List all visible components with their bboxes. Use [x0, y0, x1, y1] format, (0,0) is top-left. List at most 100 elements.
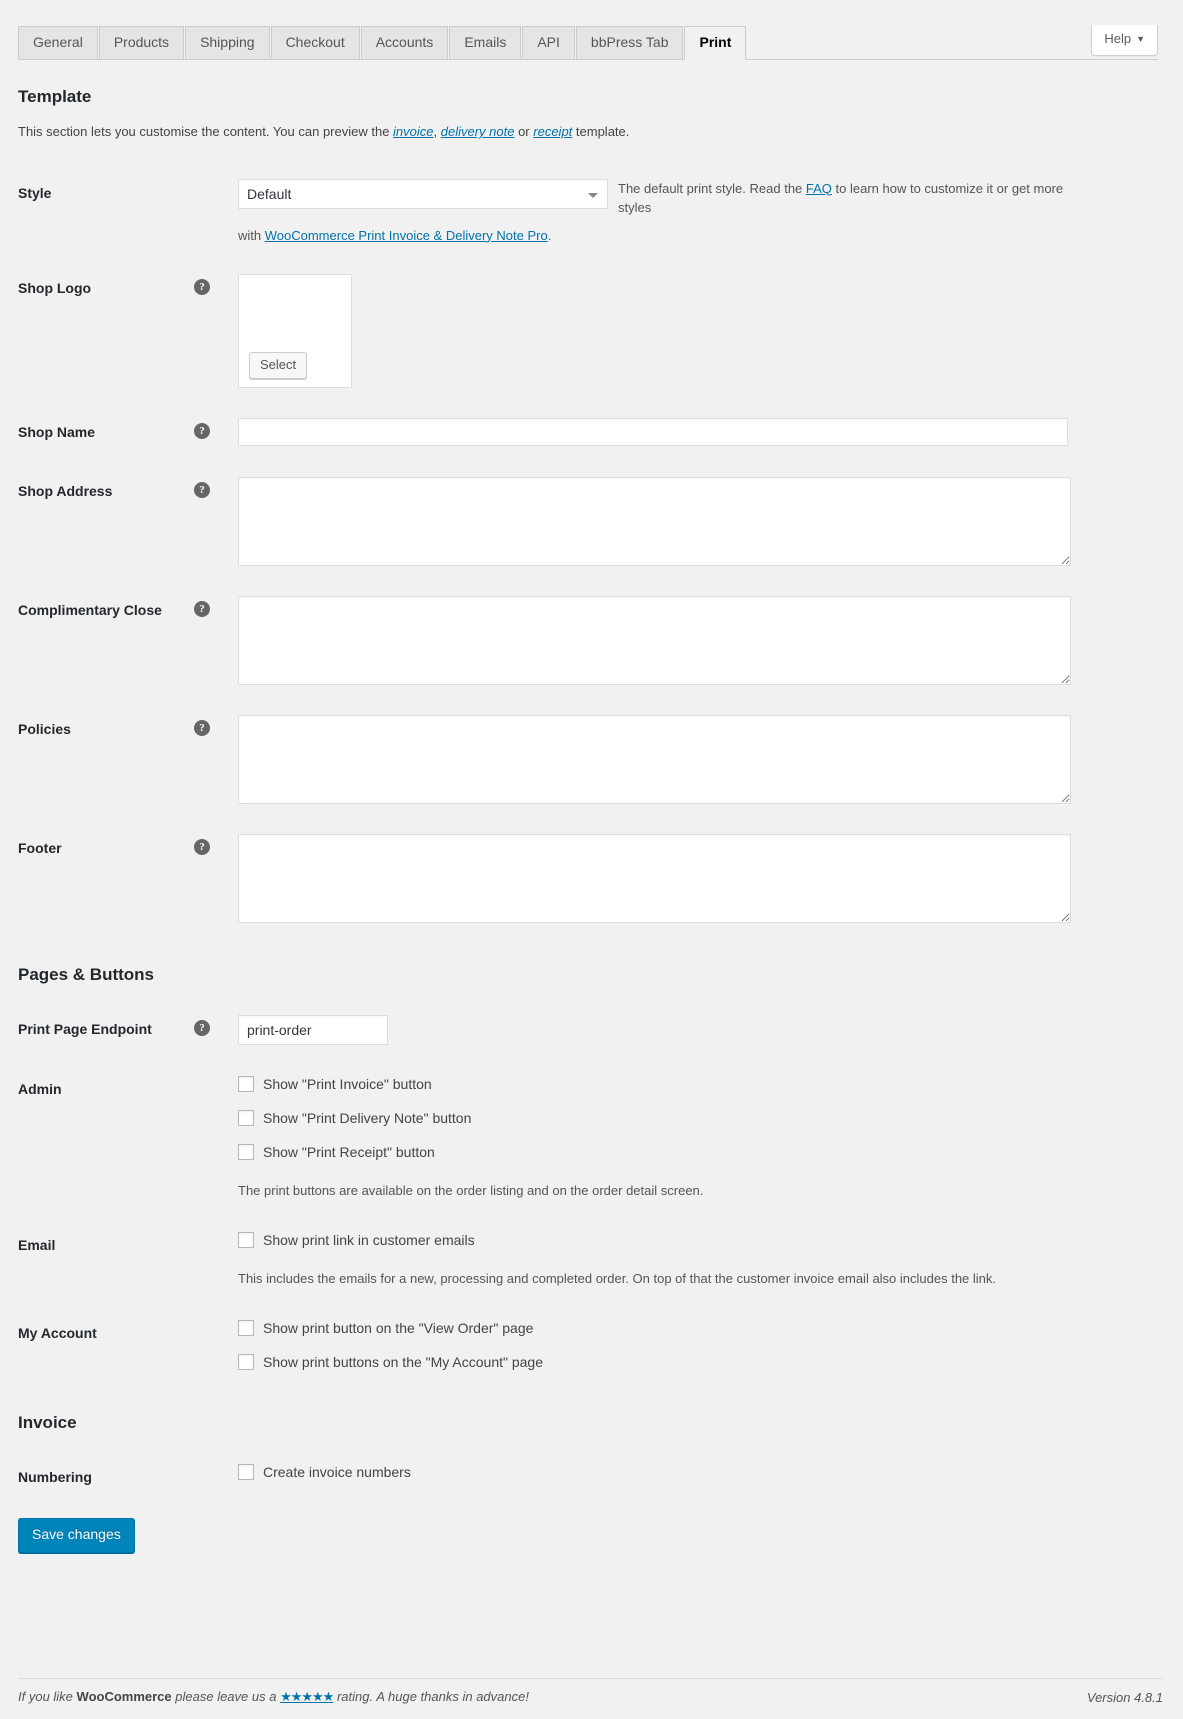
create-invoice-numbers-checkbox[interactable] — [238, 1464, 254, 1481]
help-icon[interactable]: ? — [194, 279, 210, 296]
tab-print[interactable]: Print — [684, 26, 747, 60]
pro-plugin-link[interactable]: WooCommerce Print Invoice & Delivery Not… — [265, 228, 548, 243]
help-icon[interactable]: ? — [194, 1019, 210, 1036]
pages-buttons-form-table: Print Page Endpoint ? Admin — [18, 1000, 1158, 1386]
show-print-receipt-label[interactable]: Show "Print Receipt" button — [263, 1143, 435, 1161]
settings-content: Template This section lets you customise… — [0, 86, 1183, 1613]
footer-text-before: If you like — [18, 1689, 77, 1704]
shop-logo-label-cell: Shop Logo ? — [18, 259, 228, 403]
policies-label-cell: Policies ? — [18, 700, 228, 819]
template-section-description: This section lets you customise the cont… — [18, 122, 1158, 142]
footer-label: Footer — [18, 839, 62, 856]
shop-name-input[interactable] — [238, 418, 1068, 447]
shop-name-label: Shop Name — [18, 424, 96, 441]
show-print-invoice-label[interactable]: Show "Print Invoice" button — [263, 1075, 432, 1093]
print-page-endpoint-field-cell — [228, 1000, 1158, 1060]
settings-tab-nav: General Products Shipping Checkout Accounts E… — [18, 25, 1158, 60]
checkbox-row-print-receipt[interactable]: Show "Print Receipt" button — [238, 1143, 1148, 1161]
print-page-endpoint-input[interactable] — [238, 1014, 388, 1045]
shop-logo-label: Shop Logo — [18, 280, 92, 297]
show-print-button-view-order-label[interactable]: Show print button on the "View Order" pa… — [263, 1319, 533, 1337]
star-rating-link[interactable]: ★★★★★ — [280, 1689, 334, 1704]
help-icon[interactable]: ? — [194, 481, 210, 498]
footer-label-cell: Footer ? — [18, 819, 228, 938]
tab-bbpress[interactable]: bbPress Tab — [575, 26, 684, 59]
row-my-account: My Account Show print button on the "Vie… — [18, 1304, 1158, 1386]
shop-address-label-cell: Shop Address ? — [18, 462, 228, 581]
save-changes-button[interactable]: Save changes — [18, 1518, 135, 1553]
tab-products[interactable]: Products — [98, 26, 185, 59]
my-account-label: My Account — [18, 1324, 97, 1341]
tab-checkout[interactable]: Checkout — [270, 26, 360, 59]
style-sub-before: with — [238, 227, 265, 243]
tab-shipping[interactable]: Shipping — [185, 26, 270, 59]
faq-link[interactable]: FAQ — [806, 181, 832, 196]
style-field-cell: Default The default print style. Read th… — [228, 164, 1158, 260]
row-shop-logo: Shop Logo ? Select — [18, 259, 1158, 403]
template-section-title: Template — [18, 87, 92, 106]
policies-field-cell — [228, 700, 1158, 819]
template-desc-sep1: , — [433, 124, 441, 140]
show-print-invoice-checkbox[interactable] — [238, 1075, 254, 1092]
row-policies: Policies ? — [18, 700, 1158, 819]
help-icon[interactable]: ? — [194, 423, 210, 440]
show-print-receipt-checkbox[interactable] — [238, 1144, 254, 1161]
footer-brand: WooCommerce — [76, 1689, 172, 1704]
email-field-cell: Show print link in customer emails This … — [228, 1216, 1158, 1304]
shop-address-field-cell — [228, 462, 1158, 581]
template-desc-part2: template. — [572, 124, 630, 140]
print-page-endpoint-label: Print Page Endpoint — [18, 1020, 152, 1037]
pages-buttons-section-title: Pages & Buttons — [18, 964, 155, 984]
show-print-delivery-note-label[interactable]: Show "Print Delivery Note" button — [263, 1109, 471, 1127]
policies-textarea[interactable] — [238, 714, 1071, 804]
bottom-spacer — [18, 1553, 1158, 1613]
tab-accounts[interactable]: Accounts — [360, 26, 449, 59]
help-icon[interactable]: ? — [194, 600, 210, 617]
email-label: Email — [18, 1236, 56, 1253]
admin-description: The print buttons are available on the o… — [238, 1183, 704, 1199]
version-label: Version 4.8.1 — [1086, 1689, 1163, 1705]
email-description: This includes the emails for a new, proc… — [238, 1271, 997, 1287]
style-select[interactable]: Default — [238, 178, 608, 209]
numbering-label-cell: Numbering — [18, 1448, 228, 1506]
tab-api[interactable]: API — [522, 26, 575, 59]
show-print-link-emails-checkbox[interactable] — [238, 1231, 254, 1248]
tab-emails[interactable]: Emails — [449, 26, 522, 59]
chevron-down-icon: ▼ — [1136, 34, 1145, 44]
shop-address-textarea[interactable] — [238, 476, 1071, 566]
shop-logo-preview: Select — [238, 274, 352, 389]
show-print-button-view-order-checkbox[interactable] — [238, 1319, 254, 1336]
invoice-section-title: Invoice — [18, 1412, 77, 1432]
preview-delivery-note-link[interactable]: delivery note — [441, 124, 515, 139]
create-invoice-numbers-label[interactable]: Create invoice numbers — [263, 1463, 411, 1481]
checkbox-row-create-invoice-numbers[interactable]: Create invoice numbers — [238, 1463, 1148, 1481]
checkbox-row-email-print-link[interactable]: Show print link in customer emails — [238, 1231, 1148, 1249]
help-icon[interactable]: ? — [194, 719, 210, 736]
show-print-buttons-my-account-checkbox[interactable] — [238, 1353, 254, 1370]
row-footer: Footer ? — [18, 819, 1158, 938]
help-icon[interactable]: ? — [194, 838, 210, 855]
numbering-field-cell: Create invoice numbers — [228, 1448, 1158, 1506]
style-sub-after: . — [547, 227, 552, 243]
style-description: The default print style. Read the FAQ to… — [618, 179, 1078, 218]
checkbox-row-print-delivery-note[interactable]: Show "Print Delivery Note" button — [238, 1109, 1148, 1127]
complimentary-close-textarea[interactable] — [238, 595, 1071, 685]
tab-general[interactable]: General — [18, 26, 98, 59]
checkbox-row-print-invoice[interactable]: Show "Print Invoice" button — [238, 1075, 1148, 1093]
checkbox-row-my-account-page[interactable]: Show print buttons on the "My Account" p… — [238, 1353, 1148, 1371]
show-print-link-emails-label[interactable]: Show print link in customer emails — [263, 1231, 475, 1249]
select-logo-button[interactable]: Select — [249, 352, 308, 380]
my-account-field-cell: Show print button on the "View Order" pa… — [228, 1304, 1158, 1386]
row-numbering: Numbering Create invoice numbers — [18, 1448, 1158, 1506]
invoice-form-table: Numbering Create invoice numbers — [18, 1448, 1158, 1506]
admin-field-cell: Show "Print Invoice" button Show "Print … — [228, 1060, 1158, 1216]
show-print-buttons-my-account-label[interactable]: Show print buttons on the "My Account" p… — [263, 1353, 543, 1371]
show-print-delivery-note-checkbox[interactable] — [238, 1110, 254, 1127]
preview-receipt-link[interactable]: receipt — [533, 124, 572, 139]
admin-label-cell: Admin — [18, 1060, 228, 1216]
checkbox-row-view-order-page[interactable]: Show print button on the "View Order" pa… — [238, 1319, 1148, 1337]
shop-logo-field-cell: Select — [228, 259, 1158, 403]
help-button[interactable]: Help ▼ — [1091, 25, 1158, 57]
footer-textarea[interactable] — [238, 833, 1071, 923]
preview-invoice-link[interactable]: invoice — [393, 124, 433, 139]
